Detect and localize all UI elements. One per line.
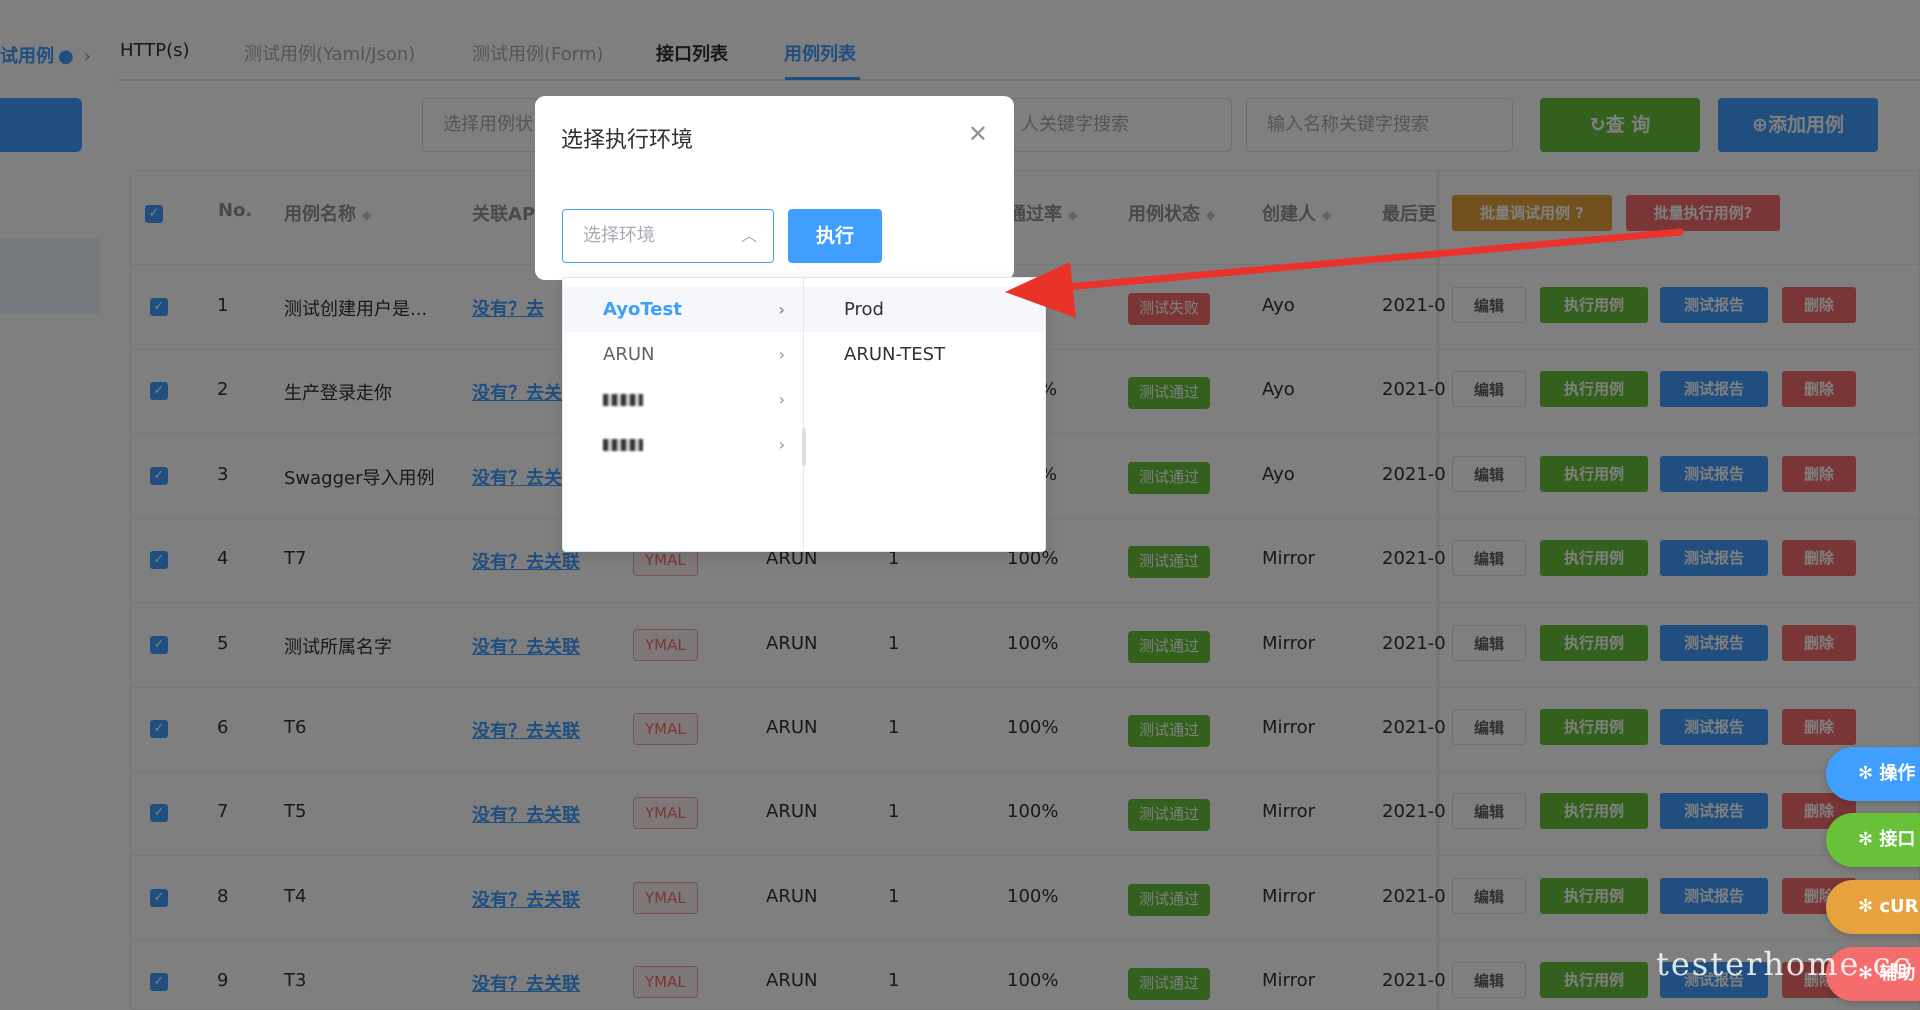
arrow-shaft <box>1051 228 1684 292</box>
annotation-arrow <box>1005 228 1684 318</box>
watermark: testerhome.cc <box>1656 945 1913 983</box>
arrow-head <box>1005 262 1076 318</box>
